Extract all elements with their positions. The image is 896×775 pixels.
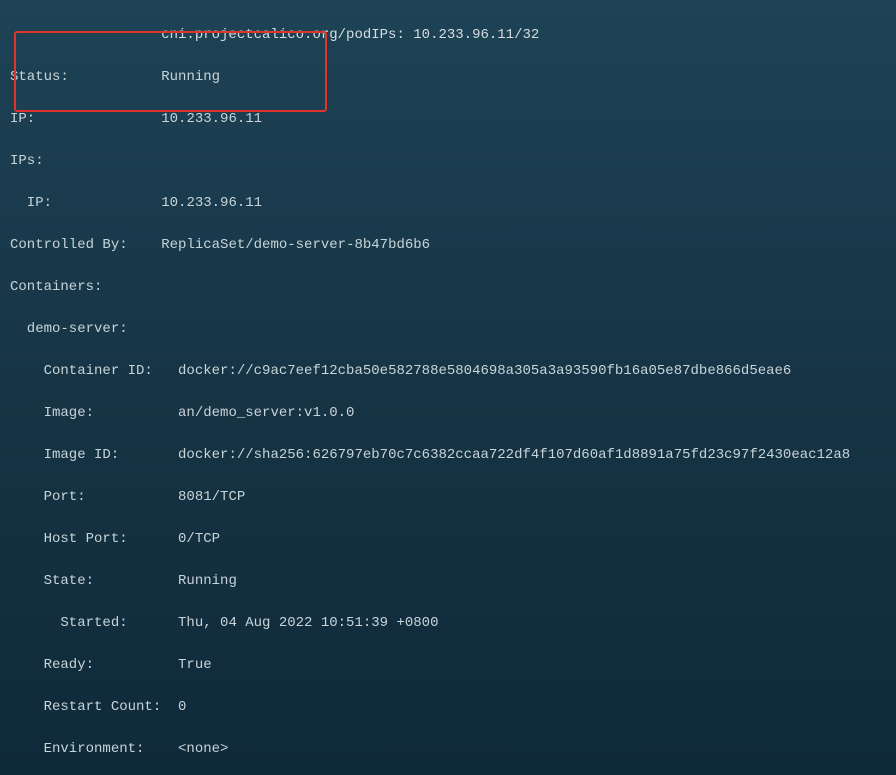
host-port-value: 0/TCP — [178, 531, 220, 547]
restart-value: 0 — [178, 699, 186, 715]
ips-sub-label: IP: — [10, 193, 161, 214]
ip-value: 10.233.96.11 — [161, 111, 262, 127]
image-value: an/demo_server:v1.0.0 — [178, 405, 354, 421]
env-label: Environment: — [10, 739, 178, 760]
ip-label: IP: — [10, 109, 161, 130]
port-value: 8081/TCP — [178, 489, 245, 505]
ips-sub-row: IP: 10.233.96.11 — [10, 193, 886, 214]
env-row: Environment: <none> — [10, 739, 886, 760]
state-row: State: Running — [10, 571, 886, 592]
container-id-row: Container ID: docker://c9ac7eef12cba50e5… — [10, 361, 886, 382]
status-label: Status: — [10, 67, 161, 88]
containers-label: Containers: — [10, 277, 886, 298]
image-id-row: Image ID: docker://sha256:626797eb70c7c6… — [10, 445, 886, 466]
started-value: Thu, 04 Aug 2022 10:51:39 +0800 — [178, 615, 438, 631]
image-label: Image: — [10, 403, 178, 424]
image-id-value: docker://sha256:626797eb70c7c6382ccaa722… — [178, 447, 850, 463]
host-port-row: Host Port: 0/TCP — [10, 529, 886, 550]
status-row: Status: Running — [10, 67, 886, 88]
restart-label: Restart Count: — [10, 697, 178, 718]
terminal-output: cni.projectcalico.org/podIPs: 10.233.96.… — [0, 0, 896, 775]
ips-sub-value: 10.233.96.11 — [161, 195, 262, 211]
annotation-line: cni.projectcalico.org/podIPs: 10.233.96.… — [10, 25, 886, 46]
controlled-by-row: Controlled By: ReplicaSet/demo-server-8b… — [10, 235, 886, 256]
ips-label: IPs: — [10, 153, 44, 169]
ip-row: IP: 10.233.96.11 — [10, 109, 886, 130]
controlled-by-value: ReplicaSet/demo-server-8b47bd6b6 — [161, 237, 430, 253]
ready-value: True — [178, 657, 212, 673]
image-row: Image: an/demo_server:v1.0.0 — [10, 403, 886, 424]
container-id-label: Container ID: — [10, 361, 178, 382]
restart-row: Restart Count: 0 — [10, 697, 886, 718]
ready-row: Ready: True — [10, 655, 886, 676]
host-port-label: Host Port: — [10, 529, 178, 550]
env-value: <none> — [178, 741, 228, 757]
started-label: Started: — [10, 613, 178, 634]
ready-label: Ready: — [10, 655, 178, 676]
controlled-by-label: Controlled By: — [10, 235, 161, 256]
status-value: Running — [161, 69, 220, 85]
ips-row: IPs: — [10, 151, 886, 172]
image-id-label: Image ID: — [10, 445, 178, 466]
started-row: Started: Thu, 04 Aug 2022 10:51:39 +0800 — [10, 613, 886, 634]
port-row: Port: 8081/TCP — [10, 487, 886, 508]
state-label: State: — [10, 571, 178, 592]
port-label: Port: — [10, 487, 178, 508]
container-name: demo-server: — [10, 319, 886, 340]
container-id-value: docker://c9ac7eef12cba50e582788e5804698a… — [178, 363, 791, 379]
state-value: Running — [178, 573, 237, 589]
